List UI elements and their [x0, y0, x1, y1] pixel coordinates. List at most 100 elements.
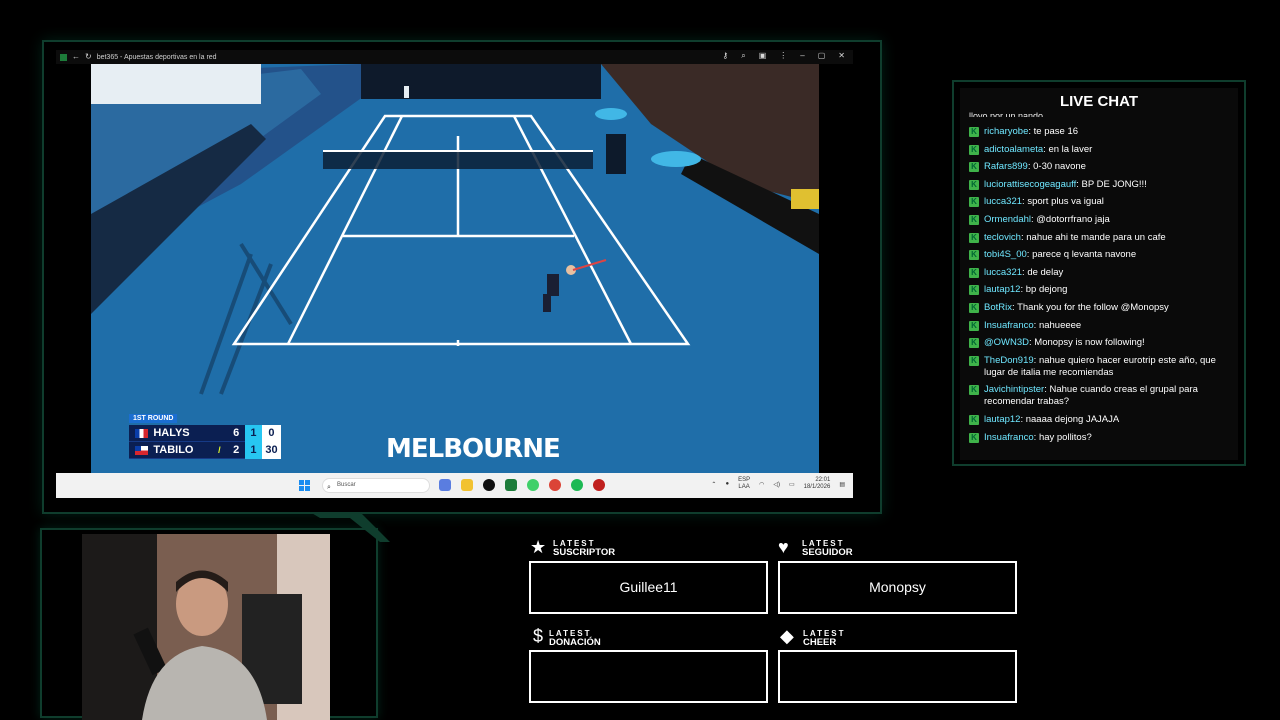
chat-message-list: Kricharyobe: te pase 16 Kadictoalameta: e…	[969, 126, 1237, 449]
latest-cheer-box	[778, 650, 1017, 703]
kick-badge-icon: K	[969, 302, 979, 313]
tennis-video[interactable]: 1ST ROUND HALYS 6 1 0 TABILO / 2 1 30 ME…	[91, 64, 819, 473]
clock-time: 22:01	[815, 477, 831, 483]
captured-window: ← ↻ bet365 - Apuestas deportivas en la r…	[56, 50, 853, 498]
chat-message: Kluciorattisecogeagauff: BP DE JONG!!!	[969, 179, 1237, 191]
kick-badge-icon: K	[969, 320, 979, 331]
notification-icon[interactable]: ▤	[839, 481, 845, 488]
clock[interactable]: 22:01 18/1/2026	[804, 477, 831, 491]
zoom-icon[interactable]: ⌕	[741, 51, 745, 61]
chat-username[interactable]: adictoalameta	[984, 144, 1043, 155]
kick-badge-icon: K	[969, 179, 979, 190]
latest-subscriber-label: LATEST SUSCRIPTOR	[553, 539, 615, 557]
kick-badge-icon: K	[969, 355, 979, 366]
tiktok-icon[interactable]	[483, 479, 495, 491]
key-icon[interactable]: ⚷	[722, 51, 728, 61]
chat-text: parece q levanta navone	[1032, 249, 1137, 261]
volume-icon[interactable]: ◁)	[773, 481, 780, 488]
spotify-icon[interactable]	[571, 479, 583, 491]
kick-badge-icon: K	[969, 338, 979, 349]
chat-username[interactable]: Rafars899	[984, 161, 1028, 172]
chat-text: BP DE JONG!!!	[1081, 178, 1147, 190]
chat-text: Monopsy is now following!	[1034, 337, 1145, 349]
chat-username[interactable]: lucca321	[984, 267, 1022, 278]
chat-message: K TheDon919: nahue quiero hacer eurotrip …	[969, 355, 1237, 379]
menu-icon[interactable]: ⋮	[779, 51, 787, 61]
chat-username[interactable]: Insuafranco	[984, 432, 1034, 443]
kick-badge-icon: K	[969, 127, 979, 137]
chat-username[interactable]: Insuafranco	[984, 320, 1034, 331]
game-points: 30	[261, 441, 282, 459]
chat-message: Kteclovich: nahue ahi te mande para un c…	[969, 232, 1237, 244]
chat-message: Klucca321: de delay	[969, 267, 1237, 279]
language-indicator[interactable]: ESP LAA	[738, 477, 750, 491]
battery-icon[interactable]: ▭	[789, 481, 795, 488]
stream-overlay: ← ↻ bet365 - Apuestas deportivas en la r…	[0, 0, 1280, 720]
set2-score: 1	[244, 424, 262, 442]
favicon-icon	[60, 53, 67, 61]
france-flag-icon	[135, 428, 149, 438]
label-main: DONACIÓN	[549, 637, 601, 648]
taskbar-search[interactable]: ⌕ Buscar	[322, 478, 430, 493]
latest-subscriber-box: Guillee11	[529, 561, 768, 614]
corner-deco	[310, 512, 390, 542]
reload-icon[interactable]: ↻	[85, 53, 92, 61]
chat-username[interactable]: Ormendahl	[984, 214, 1031, 225]
search-icon: ⌕	[327, 484, 331, 491]
back-icon[interactable]: ←	[72, 53, 80, 61]
mic-icon[interactable]: ●	[725, 481, 729, 487]
chat-username[interactable]: tobi4S_00	[984, 249, 1027, 260]
chat-username[interactable]: lucca321	[984, 196, 1022, 207]
maximize-button[interactable]: ▢	[818, 51, 826, 61]
chrome-icon[interactable]	[549, 479, 561, 491]
wifi-icon[interactable]: ◠	[759, 481, 764, 488]
chat-username[interactable]: BotRix	[984, 302, 1012, 313]
chat-username[interactable]: richaryobe	[984, 126, 1028, 137]
chat-message: K @OWN3D: Monopsy is now following!	[969, 337, 1237, 349]
chat-text: hay pollitos?	[1038, 431, 1092, 443]
chat-username[interactable]: lautap12	[984, 284, 1020, 295]
windows-start-icon[interactable]	[299, 480, 310, 491]
chat-text: naaaa dejong JAJAJA	[1025, 413, 1120, 425]
star-icon: ★	[530, 537, 547, 557]
file-explorer-icon[interactable]	[461, 479, 473, 491]
chile-flag-icon	[135, 445, 149, 455]
chat-username[interactable]: Javichintipster	[984, 384, 1044, 395]
melbourne-watermark: MELBOURNE	[386, 434, 561, 464]
chat-username[interactable]: @OWN3D	[984, 337, 1029, 348]
chat-message: K Ormendahl: @dotorrfrano jaja	[969, 214, 1237, 226]
chat-message: Kricharyobe: te pase 16	[969, 126, 1237, 138]
chat-text: @dotorrfrano jaja	[1036, 213, 1110, 225]
clock-date: 18/1/2026	[803, 484, 831, 490]
chat-text: te pase 16	[1033, 126, 1079, 137]
latest-follower-label: LATEST SEGUIDOR	[802, 539, 853, 557]
serve-ball-icon: /	[218, 445, 221, 455]
chevron-up-icon[interactable]: ⌃	[711, 481, 716, 488]
extensions-icon[interactable]: ▣	[759, 51, 767, 61]
game-points: 0	[261, 424, 282, 442]
copilot-icon[interactable]	[439, 479, 451, 491]
chat-message: K Insuafranco: hay pollitos?	[969, 432, 1237, 444]
chat-message: K Rafars899: 0-30 navone	[969, 161, 1237, 173]
chat-message: Klautap12: naaaa dejong JAJAJA	[969, 414, 1237, 426]
score-row: HALYS 6 1 0	[129, 424, 282, 442]
heart-icon: ♥	[778, 537, 789, 557]
diamond-icon: ◆	[780, 626, 794, 646]
bet365-app-icon[interactable]	[505, 479, 517, 491]
set2-score: 1	[244, 441, 262, 459]
minimize-button[interactable]: –	[800, 51, 804, 61]
set1-score: 6	[233, 427, 240, 439]
kick-badge-icon: K	[969, 214, 979, 225]
chat-message: K Insuafranco: nahueeee	[969, 320, 1237, 332]
latest-donation-label: LATEST DONACIÓN	[549, 629, 601, 647]
chat-username[interactable]: TheDon919	[984, 355, 1034, 366]
chat-username[interactable]: lautap12	[984, 414, 1020, 425]
whatsapp-icon[interactable]	[527, 479, 539, 491]
kick-badge-icon: K	[969, 162, 979, 173]
app-icon[interactable]	[593, 479, 605, 491]
chat-username[interactable]: luciorattisecogeagauff	[984, 179, 1076, 190]
chat-username[interactable]: teclovich	[984, 232, 1021, 243]
chat-message: Kadictoalameta: en la laver	[969, 144, 1237, 156]
search-placeholder: Buscar	[337, 482, 356, 488]
close-button[interactable]: ✕	[838, 51, 845, 61]
